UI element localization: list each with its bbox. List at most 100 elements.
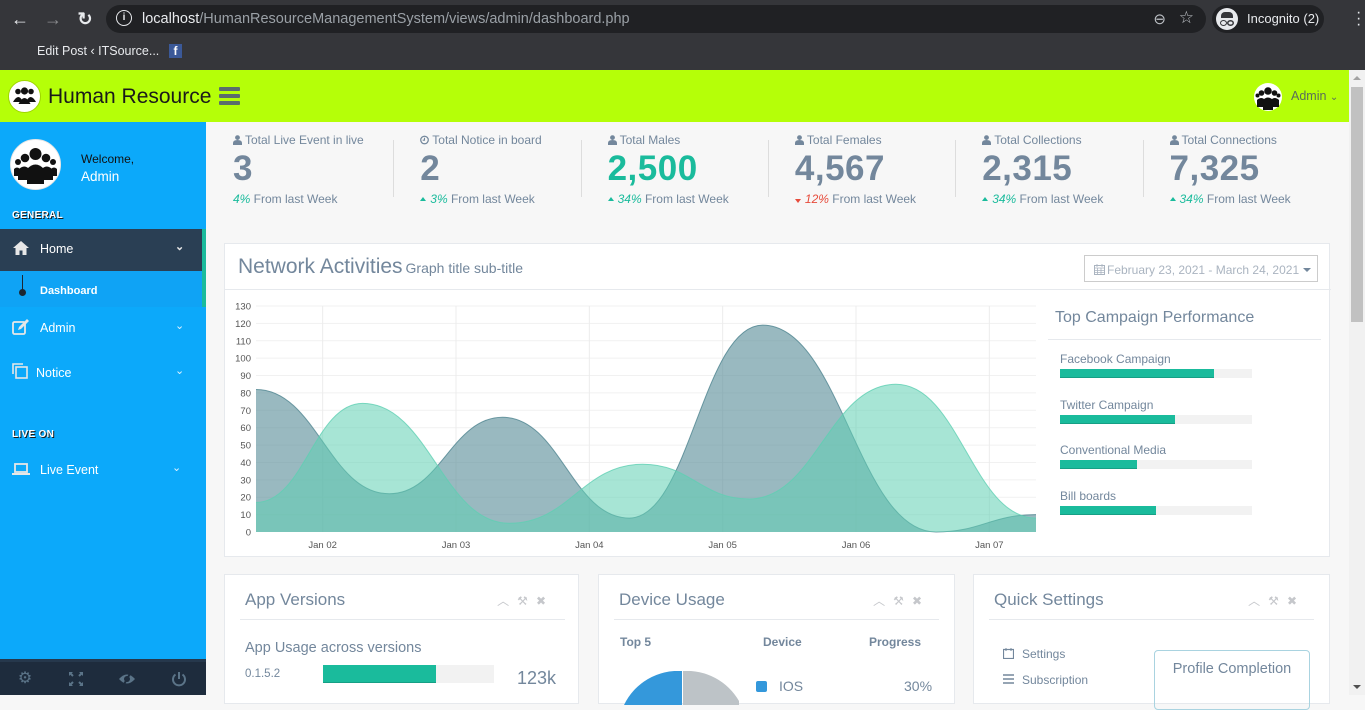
scroll-up-arrow-icon[interactable] bbox=[1353, 76, 1361, 80]
stat-value: 2 bbox=[420, 149, 441, 188]
chevron-down-icon: ⌄ bbox=[175, 320, 185, 332]
column-header: Progress bbox=[869, 635, 922, 649]
user-icon bbox=[1169, 135, 1179, 145]
user-avatar[interactable] bbox=[1254, 83, 1282, 111]
power-icon bbox=[172, 672, 186, 687]
sidebar-item-label: Home bbox=[40, 242, 74, 256]
divider bbox=[240, 619, 565, 620]
quick-setting-subscription[interactable]: Subscription bbox=[1003, 673, 1088, 687]
menu-toggle-icon[interactable] bbox=[219, 87, 240, 105]
back-button[interactable]: ← bbox=[9, 8, 31, 30]
divider bbox=[580, 140, 582, 197]
campaign-progress-bar bbox=[1060, 369, 1252, 378]
bookmark-star-icon[interactable]: ☆ bbox=[1179, 8, 1194, 28]
brand-title[interactable]: Human Resource bbox=[48, 85, 211, 109]
bookmark-item[interactable]: Edit Post ‹ ITSource... bbox=[37, 44, 159, 58]
divider bbox=[1142, 140, 1144, 197]
sidebar-item-admin[interactable]: Admin ⌄ bbox=[0, 308, 202, 348]
x-tick-label: Jan 02 bbox=[308, 540, 337, 551]
y-tick-label: 60 bbox=[240, 423, 251, 434]
pie-slice-ios bbox=[624, 671, 682, 705]
page-scrollbar[interactable] bbox=[1349, 70, 1365, 695]
campaign-label: Conventional Media bbox=[1060, 443, 1167, 458]
fullscreen-button[interactable] bbox=[66, 669, 86, 689]
stat-change-suffix: From last Week bbox=[641, 192, 729, 206]
scrollbar-thumb[interactable] bbox=[1351, 87, 1363, 322]
divider bbox=[1048, 339, 1321, 340]
section-title-general: GENERAL bbox=[12, 210, 63, 221]
stat-change-percent: 4% bbox=[233, 192, 251, 206]
incognito-profile-button[interactable]: Incognito (2) bbox=[1212, 5, 1324, 33]
stat-label: Total Females bbox=[794, 133, 882, 147]
brand-logo-icon[interactable] bbox=[8, 80, 41, 113]
close-icon[interactable]: ✖ bbox=[1287, 594, 1305, 608]
scroll-down-arrow-icon[interactable] bbox=[1353, 685, 1361, 689]
y-tick-label: 100 bbox=[235, 354, 251, 365]
zoom-icon[interactable]: ⊖ bbox=[1153, 10, 1166, 28]
profile-avatar bbox=[10, 139, 61, 190]
y-tick-label: 50 bbox=[240, 441, 251, 452]
stat-change-percent: 34% bbox=[1179, 192, 1204, 206]
campaign-row: Bill boards bbox=[1060, 489, 1260, 516]
sidebar-item-live-event[interactable]: Live Event ⌄ bbox=[0, 450, 202, 490]
stat-card: Total Collections 2,315 34% From last Week bbox=[955, 122, 1142, 232]
column-header: Device bbox=[763, 635, 802, 649]
series-area-2 bbox=[256, 384, 1036, 532]
user-icon bbox=[607, 135, 617, 145]
panel-title: Network Activities bbox=[238, 255, 403, 278]
panel-title: App Versions bbox=[245, 590, 346, 609]
device-progress: 30% bbox=[904, 678, 933, 694]
settings-button[interactable]: ⚙ bbox=[15, 669, 35, 689]
x-tick-label: Jan 03 bbox=[442, 540, 471, 551]
stat-change-suffix: From last Week bbox=[447, 192, 535, 206]
wrench-icon[interactable]: ⚒ bbox=[1268, 594, 1287, 608]
close-icon[interactable]: ✖ bbox=[536, 594, 554, 608]
sidebar-subitem-dashboard[interactable]: Dashboard bbox=[0, 271, 202, 307]
close-icon[interactable]: ✖ bbox=[912, 594, 930, 608]
gear-icon: ⚙ bbox=[17, 670, 33, 687]
collapse-icon[interactable]: ︿ bbox=[497, 594, 517, 608]
sidebar-item-home[interactable]: Home ⌄ bbox=[0, 229, 202, 271]
sidebar-item-notice[interactable]: Notice ⌄ bbox=[0, 353, 202, 393]
reload-button[interactable]: ↻ bbox=[74, 8, 96, 30]
y-tick-label: 90 bbox=[240, 371, 251, 382]
user-menu-dropdown[interactable]: Admin ⌄ bbox=[1291, 89, 1338, 103]
y-tick-label: 110 bbox=[236, 336, 251, 347]
forward-button[interactable]: → bbox=[42, 8, 64, 30]
date-range-picker[interactable]: February 23, 2021 - March 24, 2021 bbox=[1084, 255, 1318, 282]
reload-icon: ↻ bbox=[77, 9, 93, 29]
column-header: Top 5 bbox=[620, 635, 652, 649]
collapse-icon[interactable]: ︿ bbox=[1248, 594, 1268, 608]
quick-setting-settings[interactable]: Settings bbox=[1002, 647, 1065, 661]
address-bar[interactable]: i localhost/HumanResourceManagementSyste… bbox=[106, 5, 1206, 33]
campaign-title: Top Campaign Performance bbox=[1055, 309, 1255, 326]
lock-screen-button[interactable] bbox=[117, 669, 137, 689]
panel-toolbox: ︿⚒✖ bbox=[497, 592, 554, 609]
campaign-row: Conventional Media bbox=[1060, 443, 1260, 470]
campaign-progress-fill bbox=[1060, 506, 1156, 516]
divider bbox=[989, 619, 1314, 620]
divider bbox=[767, 140, 769, 197]
url-text[interactable]: localhost/HumanResourceManagementSystem/… bbox=[142, 11, 630, 27]
stat-value: 3 bbox=[233, 149, 253, 188]
stat-change: 12% From last Week bbox=[794, 192, 916, 206]
panel-subtitle: Graph title sub-title bbox=[405, 260, 524, 276]
y-tick-label: 0 bbox=[246, 528, 251, 539]
y-tick-label: 70 bbox=[240, 406, 251, 417]
app-header: Human Resource Admin ⌄ bbox=[0, 70, 1349, 122]
url-path: /HumanResourceManagementSystem/views/adm… bbox=[199, 11, 630, 27]
tree-dot bbox=[19, 289, 26, 296]
stat-change-suffix: From last Week bbox=[1203, 192, 1291, 206]
network-chart: 0 10 20 30 40 50 60 70 80 90 100 110 120 130 Jan 02 Jan… bbox=[235, 302, 1037, 551]
collapse-icon[interactable]: ︿ bbox=[873, 594, 893, 608]
facebook-bookmark-icon[interactable]: f bbox=[169, 44, 182, 58]
y-tick-label: 80 bbox=[240, 388, 251, 399]
pie-slice-other bbox=[683, 671, 739, 705]
chevron-down-icon: ⌄ bbox=[175, 241, 185, 253]
wrench-icon[interactable]: ⚒ bbox=[517, 594, 536, 608]
browser-menu-icon[interactable]: · · · bbox=[1356, 5, 1361, 33]
wrench-icon[interactable]: ⚒ bbox=[893, 594, 912, 608]
logout-button[interactable] bbox=[169, 669, 189, 689]
divider bbox=[614, 619, 939, 620]
info-icon[interactable]: i bbox=[116, 10, 132, 26]
